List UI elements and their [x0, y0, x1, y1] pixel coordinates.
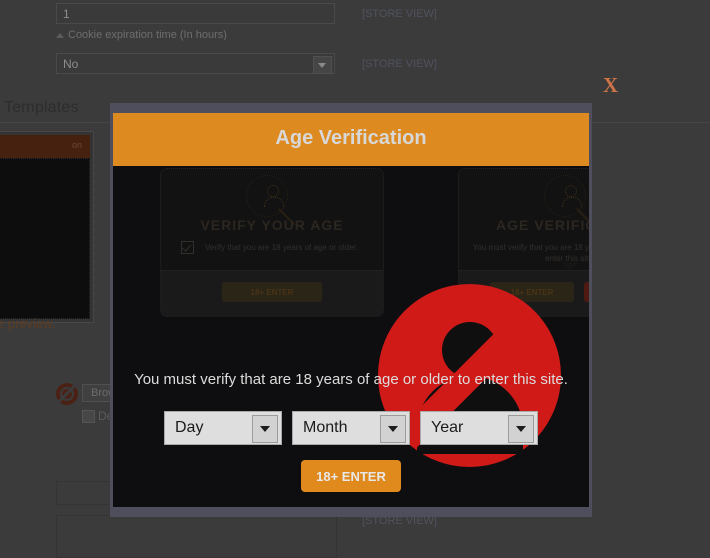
chevron-down-icon[interactable] [252, 415, 278, 443]
day-select[interactable]: Day [164, 411, 282, 445]
person-icon [565, 185, 577, 197]
month-select-value: Month [303, 419, 347, 437]
no-image-icon [56, 383, 78, 405]
year-select-value: Year [431, 419, 463, 437]
yes-no-select[interactable]: No [56, 53, 335, 74]
day-select-value: Day [175, 419, 203, 437]
template-preview-caption: emplate preview. [0, 316, 56, 331]
ghost-template-card-1: VERIFY YOUR AGE Verify that you are 18 y… [160, 168, 384, 317]
modal-title: Age Verification [113, 127, 589, 150]
chevron-down-icon[interactable] [313, 56, 332, 74]
chevron-down-icon[interactable] [380, 415, 406, 443]
close-x-icon[interactable]: X [603, 73, 618, 98]
ghost-card-button-2b: UNDER 18 [584, 282, 589, 302]
ghost-card-title-1: VERIFY YOUR AGE [161, 217, 383, 233]
yes-no-select-value: No [63, 57, 78, 71]
modal-message: You must verify that are 18 years of age… [113, 371, 589, 388]
modal-header: Age Verification [113, 113, 589, 166]
person-icon [267, 185, 279, 197]
age-verification-modal: Age Verification VERIFY YOUR AGE Verify … [113, 113, 589, 507]
templates-section-title: Templates [4, 99, 79, 117]
cookie-expiration-hint-text: Cookie expiration time (In hours) [68, 29, 227, 41]
ghost-card-title-2: AGE VERIFICATION [459, 217, 589, 233]
ghost-card-subtitle-2: You must verify that you are 18 years of… [469, 242, 589, 264]
thumbnail-header-text: on [72, 140, 82, 150]
thumbnail-body: age or older to enter Year [0, 158, 90, 319]
collapse-triangle-icon [56, 33, 64, 38]
enter-button[interactable]: 18+ ENTER [301, 460, 401, 492]
cookie-expiration-input[interactable]: 1 [56, 3, 335, 24]
ghost-card-button-1: 18+ ENTER [222, 282, 322, 302]
textarea-empty[interactable] [56, 515, 337, 558]
cookie-expiration-hint: Cookie expiration time (In hours) [56, 29, 227, 41]
ghost-card-footer-1: 18+ ENTER [161, 270, 383, 316]
magnifier-icon [246, 175, 288, 217]
birthdate-select-group: Day Month Year [113, 411, 589, 445]
yes-no-select-wrap: No [56, 53, 335, 74]
store-view-label-1: [STORE VIEW] [362, 8, 437, 20]
thumbnail-header-bar: on [0, 135, 90, 158]
notch-icon [562, 262, 578, 271]
cookie-expiration-field-wrap: 1 [56, 3, 335, 24]
ghost-card-subtitle-1: Verify that you are 18 years of age or o… [171, 242, 373, 253]
magnifier-icon [544, 175, 586, 217]
delete-image-checkbox[interactable] [82, 410, 95, 423]
store-view-label-2: [STORE VIEW] [362, 58, 437, 70]
chevron-down-icon[interactable] [508, 415, 534, 443]
month-select[interactable]: Month [292, 411, 410, 445]
year-select[interactable]: Year [420, 411, 538, 445]
template-preview-thumbnail[interactable]: on age or older to enter Year [0, 131, 94, 323]
